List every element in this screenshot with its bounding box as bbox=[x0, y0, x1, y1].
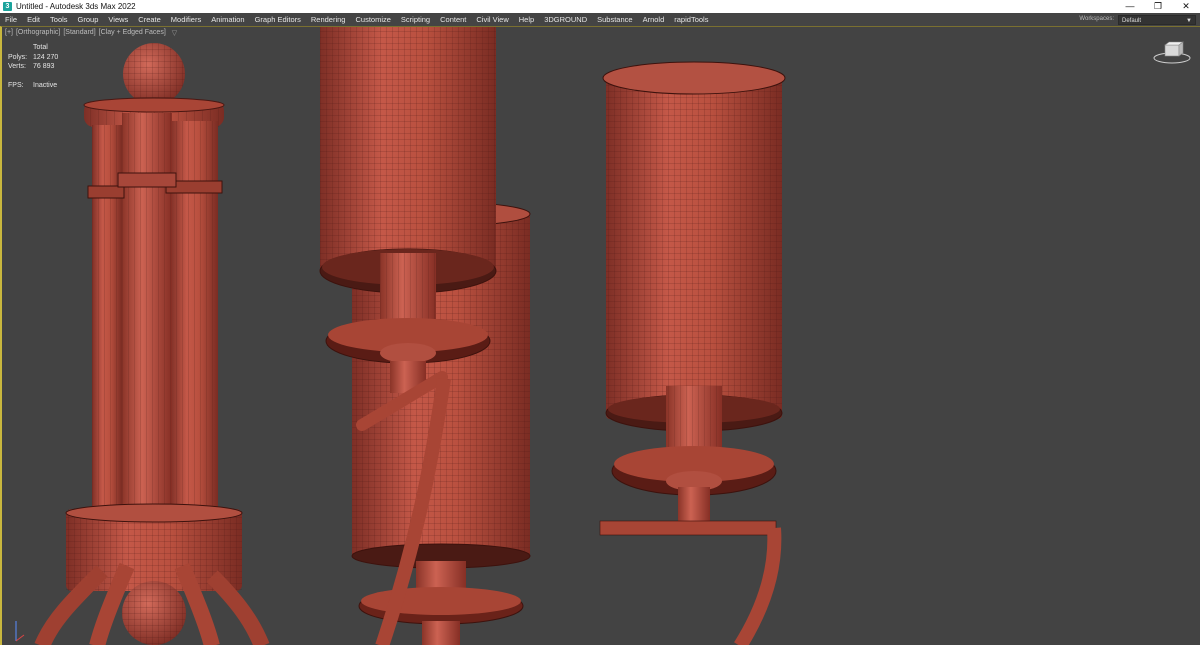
scene-render[interactable] bbox=[2, 27, 1200, 645]
menu-file[interactable]: File bbox=[0, 13, 22, 26]
menu-scripting[interactable]: Scripting bbox=[396, 13, 435, 26]
menu-modifiers[interactable]: Modifiers bbox=[166, 13, 206, 26]
workspaces-label: Workspaces: bbox=[1079, 16, 1114, 22]
title-bar: 3 Untitled - Autodesk 3ds Max 2022 — ❐ ✕ bbox=[0, 0, 1200, 13]
app-icon: 3 bbox=[3, 2, 12, 11]
menu-arnold[interactable]: Arnold bbox=[638, 13, 670, 26]
minimize-button[interactable]: — bbox=[1116, 0, 1144, 13]
left-column-model bbox=[34, 43, 270, 645]
filter-icon[interactable]: ▽ bbox=[172, 29, 177, 37]
close-button[interactable]: ✕ bbox=[1172, 0, 1200, 13]
window-controls: — ❐ ✕ bbox=[1116, 0, 1200, 13]
verts-label: Verts: bbox=[8, 63, 26, 70]
stats-header: Total bbox=[33, 44, 48, 51]
menu-customize[interactable]: Customize bbox=[350, 13, 395, 26]
view-type-menu[interactable]: [Orthographic] bbox=[16, 29, 60, 37]
menu-content[interactable]: Content bbox=[435, 13, 471, 26]
menu-help[interactable]: Help bbox=[514, 13, 539, 26]
right-shade-model bbox=[599, 61, 786, 645]
menu-animation[interactable]: Animation bbox=[206, 13, 249, 26]
window-title: Untitled - Autodesk 3ds Max 2022 bbox=[16, 2, 136, 11]
viewport-statistics: Total Polys: 124 270 Verts: 76 893 FPS: Ina… bbox=[8, 43, 58, 90]
menu-edit[interactable]: Edit bbox=[22, 13, 45, 26]
restore-button[interactable]: ❐ bbox=[1144, 0, 1172, 13]
menu-views[interactable]: Views bbox=[103, 13, 133, 26]
menu-rapidtools[interactable]: rapidTools bbox=[669, 13, 713, 26]
workspaces-value: Default bbox=[1122, 17, 1142, 24]
menu-graph-editors[interactable]: Graph Editors bbox=[250, 13, 306, 26]
shading-menu[interactable]: [Clay + Edged Faces] bbox=[99, 29, 166, 37]
polys-label: Polys: bbox=[8, 53, 28, 61]
menu-create[interactable]: Create bbox=[133, 13, 166, 26]
menu-substance[interactable]: Substance bbox=[592, 13, 637, 26]
menu-group[interactable]: Group bbox=[73, 13, 104, 26]
chevron-down-icon: ▼ bbox=[1186, 17, 1192, 24]
menu-bar: File Edit Tools Group Views Create Modif… bbox=[0, 13, 1200, 26]
axis-gizmo bbox=[15, 621, 25, 642]
menu-civil-view[interactable]: Civil View bbox=[471, 13, 513, 26]
verts-value: 76 893 bbox=[33, 63, 55, 70]
menu-3dground[interactable]: 3DGROUND bbox=[539, 13, 592, 26]
standard-menu[interactable]: [Standard] bbox=[63, 29, 95, 37]
viewport-label[interactable]: [+] [Orthographic] [Standard] [Clay + Ed… bbox=[5, 29, 180, 37]
menu-rendering[interactable]: Rendering bbox=[306, 13, 351, 26]
workspaces-dropdown[interactable]: Default ▼ bbox=[1118, 14, 1196, 25]
polys-value: 124 270 bbox=[33, 53, 59, 61]
viewcube-icon[interactable] bbox=[1152, 41, 1192, 65]
fps-label: FPS: bbox=[8, 81, 24, 89]
menu-tools[interactable]: Tools bbox=[45, 13, 73, 26]
perspective-viewport[interactable]: [+] [Orthographic] [Standard] [Clay + Ed… bbox=[0, 26, 1200, 645]
fps-value: Inactive bbox=[33, 81, 58, 89]
workspaces-selector: Workspaces: Default ▼ bbox=[1079, 14, 1196, 25]
viewport-menu-button[interactable]: [+] bbox=[5, 29, 13, 37]
